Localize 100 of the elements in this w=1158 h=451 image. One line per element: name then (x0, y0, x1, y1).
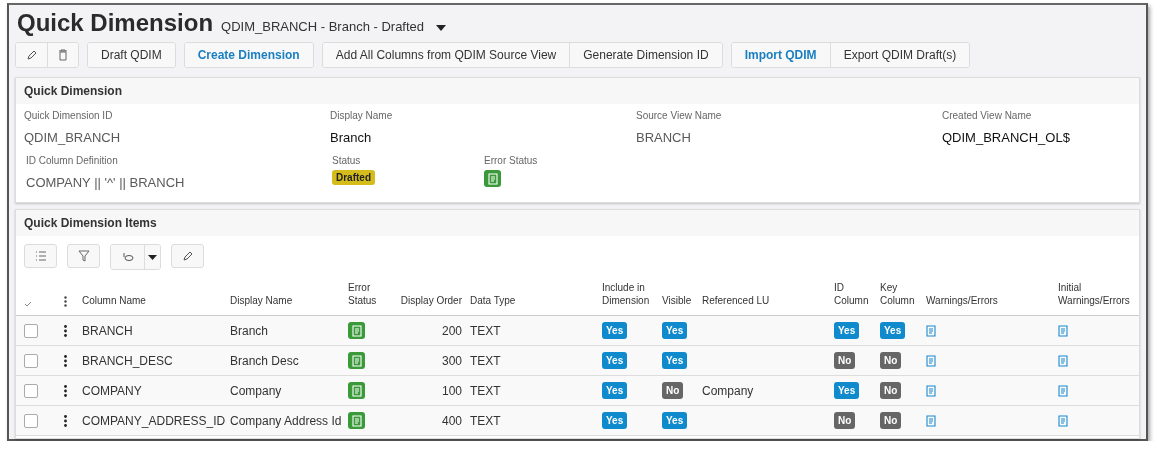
flag-badge: Yes (602, 412, 628, 429)
kebab-icon[interactable] (64, 384, 67, 397)
field-label: Quick Dimension ID (24, 110, 114, 121)
column-header[interactable]: Key Column (880, 281, 926, 307)
column-header[interactable]: Include in Dimension (602, 281, 662, 307)
toolbar-button[interactable]: Generate Dimension ID (569, 43, 722, 67)
flag-badge: Yes (602, 382, 628, 399)
field-label: Display Name (330, 110, 394, 121)
table-cell-text: Branch Desc (230, 353, 300, 368)
column-header[interactable]: Error Status (348, 281, 400, 307)
table-cell-text: Branch (230, 323, 270, 338)
kebab-icon[interactable] (64, 296, 67, 307)
flag-badge: Yes (880, 322, 906, 339)
pencil-icon (181, 250, 194, 262)
table-cell-text: BRANCH (82, 323, 134, 338)
toolbar-button[interactable]: Export QDIM Draft(s) (829, 43, 970, 67)
field-label: Source View Name (636, 110, 723, 121)
field-value: QDIM_BRANCH (24, 130, 122, 145)
error-status-button[interactable] (348, 412, 365, 429)
flag-badge: Yes (834, 382, 860, 399)
flag-badge: No (880, 352, 902, 369)
row-checkbox[interactable] (24, 323, 38, 338)
check-icon[interactable] (24, 301, 32, 307)
error-status-button[interactable] (348, 352, 365, 369)
table-cell-text: Company (230, 383, 283, 398)
section-title: Quick Dimension (24, 84, 123, 98)
table-cell-text: 300 (440, 353, 463, 368)
document-icon[interactable] (1058, 414, 1068, 427)
field-label: Created View Name (942, 110, 1033, 121)
filter-button[interactable] (67, 244, 100, 268)
filter-icon (77, 250, 90, 262)
column-header[interactable]: Initial Warnings/Errors (1058, 281, 1139, 307)
field-label: Error Status (484, 155, 538, 166)
document-icon[interactable] (1058, 384, 1068, 397)
flag-badge: Yes (662, 412, 688, 429)
flag-badge: Yes (662, 322, 688, 339)
row-checkbox[interactable] (24, 383, 38, 398)
document-icon[interactable] (1058, 354, 1068, 367)
list-button[interactable] (24, 244, 57, 268)
flag-badge: No (662, 382, 684, 399)
flag-badge: Yes (602, 322, 628, 339)
row-checkbox[interactable] (24, 413, 38, 428)
flag-badge: Yes (602, 352, 628, 369)
caret-icon[interactable] (436, 25, 447, 31)
error-status-button[interactable] (348, 322, 365, 339)
field-label: Status (332, 155, 362, 166)
page-title: Quick Dimension (17, 9, 214, 37)
table-cell-text: 400 (440, 413, 463, 428)
toolbar-button[interactable]: Create Dimension (184, 43, 313, 67)
document-icon[interactable] (926, 384, 936, 397)
flag-badge: No (880, 382, 902, 399)
record-selector[interactable]: QDIM_BRANCH - Branch - Drafted (221, 19, 425, 34)
edit-button[interactable] (171, 244, 204, 268)
table-cell-text: COMPANY_ADDRESS_ID (82, 413, 227, 428)
document-icon[interactable] (926, 414, 936, 427)
column-header[interactable]: ID Column (834, 281, 880, 307)
table-cell-text: TEXT (470, 383, 502, 398)
list-icon (34, 251, 47, 261)
document-icon[interactable] (926, 324, 936, 337)
kebab-icon[interactable] (64, 324, 67, 337)
section-title: Quick Dimension Items (24, 216, 157, 230)
status-badge: Drafted (332, 170, 375, 185)
table-cell-text: 200 (440, 323, 463, 338)
trash-icon (58, 49, 68, 61)
field-value: BRANCH (636, 130, 692, 145)
column-header[interactable]: Referenced LU (702, 294, 834, 307)
dropdown-button[interactable] (144, 245, 160, 269)
table-cell-text: BRANCH_DESC (82, 353, 174, 368)
error-status-button[interactable] (484, 170, 501, 187)
field-value: QDIM_BRANCH_OL$ (942, 130, 1071, 145)
kebab-icon[interactable] (64, 414, 67, 427)
table-cell-text: TEXT (470, 413, 502, 428)
field-value: COMPANY || '^' || BRANCH (26, 175, 186, 190)
column-header[interactable]: Column Name (82, 294, 230, 307)
delete-button[interactable] (47, 43, 78, 67)
flag-badge: No (834, 412, 856, 429)
column-header[interactable]: Display Order (400, 294, 470, 307)
document-icon[interactable] (926, 354, 936, 367)
table-cell-text: TEXT (470, 353, 502, 368)
flag-badge: Yes (662, 352, 688, 369)
row-checkbox[interactable] (24, 353, 38, 368)
error-status-button[interactable] (348, 382, 365, 399)
document-icon[interactable] (1058, 324, 1068, 337)
toolbar-button[interactable]: Draft QDIM (88, 43, 175, 67)
table-cell-text: TEXT (470, 323, 502, 338)
flag-badge: Yes (834, 322, 860, 339)
field-label: ID Column Definition (26, 155, 119, 166)
column-header[interactable]: Display Name (230, 294, 348, 307)
table-cell-text: COMPANY (82, 383, 143, 398)
table-cell-text: Company Address Id (230, 413, 343, 428)
kebab-icon[interactable] (64, 354, 67, 367)
column-header[interactable]: Visible (662, 294, 702, 307)
field-value: Branch (330, 130, 373, 145)
column-header[interactable]: Warnings/Errors (926, 294, 1058, 307)
pencil-icon (25, 49, 38, 61)
column-header[interactable]: Data Type (470, 294, 602, 307)
eye-icon (121, 252, 134, 262)
caret-icon (148, 254, 157, 260)
flag-badge: No (834, 352, 856, 369)
flag-badge: No (880, 412, 902, 429)
